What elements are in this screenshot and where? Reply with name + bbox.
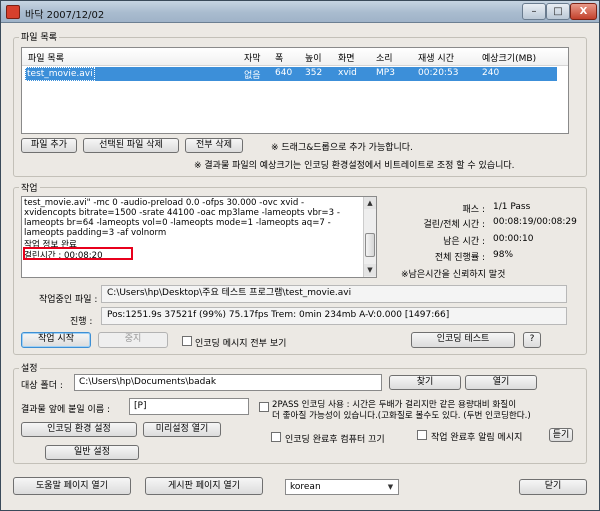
progress-label: 진행 : <box>70 317 93 327</box>
column-header-duration[interactable]: 재생 시간 <box>418 51 454 64</box>
delete-selected-button[interactable]: 선택된 파일 삭제 <box>83 138 179 153</box>
preset-open-button[interactable]: 미리설정 열기 <box>143 422 221 437</box>
cell-video: xvid <box>338 68 357 78</box>
file-list-group-label: 파일 목록 <box>19 30 59 43</box>
cell-subtitle: 없음 <box>244 71 261 81</box>
log-line: test_movie.avi" -mc 0 -audio-preload 0.0… <box>24 198 305 208</box>
elapsed-total-value: 00:08:19/00:08:29 <box>493 217 577 227</box>
column-header-audio[interactable]: 소리 <box>376 51 393 64</box>
board-page-button[interactable]: 게시판 페이지 열기 <box>145 477 263 495</box>
pass-value: 1/1 Pass <box>493 202 531 212</box>
show-all-messages-label: 인코딩 메시지 전부 보기 <box>195 339 287 349</box>
remaining-value: 00:00:10 <box>493 234 534 244</box>
shutdown-after-checkbox[interactable] <box>271 432 281 442</box>
language-select[interactable]: korean ▼ <box>285 479 399 495</box>
cell-duration: 00:20:53 <box>418 68 459 78</box>
twopass-checkbox[interactable] <box>259 402 269 412</box>
scroll-up-icon[interactable]: ▲ <box>364 197 376 209</box>
file-list[interactable]: 파일 목록 자막 폭 높이 화면 소리 재생 시간 예상크기(MB) test_… <box>21 47 569 134</box>
alarm-after-label: 작업 완료후 알림 메시지 <box>431 433 523 443</box>
title-bar[interactable]: 바닥 2007/12/02 – □ X <box>1 1 599 23</box>
progress-field: Pos:1251.9s 37521f (99%) 75.17fps Trem: … <box>101 307 567 325</box>
column-header-height[interactable]: 높이 <box>305 51 322 64</box>
cell-est-size: 240 <box>482 68 500 78</box>
log-line: lameopts padding=3 -af volnorm <box>24 228 167 238</box>
general-settings-button[interactable]: 일반 설정 <box>45 445 139 460</box>
log-line: lameopts br=64 -lameopts vol=0 -lameopts… <box>24 218 331 228</box>
find-folder-button[interactable]: 찾기 <box>389 375 461 390</box>
column-header-file[interactable]: 파일 목록 <box>28 51 64 64</box>
prefix-label: 결과물 앞에 붙일 이름 : <box>21 405 110 415</box>
log-scrollbar[interactable]: ▲ ▼ <box>363 197 376 277</box>
listen-button[interactable]: 듣기 <box>549 428 573 442</box>
main-window: 바닥 2007/12/02 – □ X 파일 목록 파일 목록 자막 폭 높이 … <box>0 0 600 511</box>
log-line: xvidencopts bitrate=1500 -srate 44100 -o… <box>24 208 340 218</box>
size-note: ※ 결과물 파일의 예상크기는 인코딩 환경설정에서 비트레이트로 조정 할 수… <box>194 161 515 171</box>
file-list-row[interactable]: test_movie.avi 없음 640 352 xvid MP3 00:20… <box>25 67 557 81</box>
settings-group-label: 설정 <box>19 361 40 374</box>
file-list-header: 파일 목록 자막 폭 높이 화면 소리 재생 시간 예상크기(MB) <box>22 48 568 66</box>
cell-filename: test_movie.avi <box>25 67 95 81</box>
open-folder-button[interactable]: 열기 <box>465 375 537 390</box>
job-group-label: 작업 <box>19 181 40 194</box>
encode-test-button[interactable]: 인코딩 테스트 <box>411 332 515 348</box>
shutdown-after-label: 인코딩 완료후 컴퓨터 끄기 <box>285 435 385 445</box>
drag-drop-note: ※ 드래그&드롭으로 추가 가능합니다. <box>271 143 413 153</box>
elapsed-total-label: 걸린/전체 시간 : <box>423 220 485 230</box>
encode-settings-button[interactable]: 인코딩 환경 설정 <box>21 422 137 437</box>
pass-label: 패스 : <box>462 205 485 215</box>
column-header-est-size[interactable]: 예상크기(MB) <box>482 51 536 64</box>
remaining-label: 남은 시간 : <box>443 237 485 247</box>
prefix-input[interactable]: [P] <box>129 398 249 415</box>
close-button[interactable]: 닫기 <box>519 479 587 495</box>
start-job-button[interactable]: 작업 시작 <box>21 332 91 348</box>
current-file-label: 작업중인 파일 : <box>39 295 98 305</box>
window-title: 바닥 2007/12/02 <box>25 10 105 21</box>
delete-all-button[interactable]: 전부 삭제 <box>185 138 243 153</box>
app-icon <box>6 5 20 19</box>
target-folder-label: 대상 폴더 : <box>21 381 63 391</box>
twopass-label-line2: 더 좋아질 가능성이 있습니다.(고화질로 볼수도 있다. (두번 인코딩한다.… <box>272 411 531 421</box>
show-all-messages-checkbox[interactable] <box>182 336 192 346</box>
current-file-field: C:\Users\hp\Desktop\주요 테스트 프로그램\test_mov… <box>101 285 567 303</box>
cell-audio: MP3 <box>376 68 395 78</box>
stop-button[interactable]: 중지 <box>98 332 168 348</box>
column-header-subtitle[interactable]: 자막 <box>244 51 261 64</box>
cell-width: 640 <box>275 68 293 78</box>
column-header-width[interactable]: 폭 <box>275 51 283 64</box>
elapsed-highlight-box <box>23 247 133 260</box>
column-header-video[interactable]: 화면 <box>338 51 355 64</box>
add-file-button[interactable]: 파일 추가 <box>21 138 77 153</box>
minimize-button[interactable]: – <box>522 3 546 20</box>
encode-log[interactable]: test_movie.avi" -mc 0 -audio-preload 0.0… <box>21 196 377 278</box>
cell-height: 352 <box>305 68 323 78</box>
progress-percent-label: 전체 진행률 : <box>434 253 485 263</box>
language-select-value: korean <box>290 482 321 492</box>
help-page-button[interactable]: 도움말 페이지 열기 <box>13 477 131 495</box>
progress-percent-value: 98% <box>493 250 514 260</box>
target-folder-input[interactable]: C:\Users\hp\Documents\badak <box>74 374 382 391</box>
alarm-after-checkbox[interactable] <box>417 430 427 440</box>
help-button[interactable]: ? <box>523 332 541 348</box>
chevron-down-icon: ▼ <box>387 483 394 491</box>
scroll-down-icon[interactable]: ▼ <box>364 264 376 276</box>
maximize-button[interactable]: □ <box>546 3 570 20</box>
remaining-trust-note: ※남은시간을 신뢰하지 말것 <box>401 270 506 280</box>
scroll-thumb[interactable] <box>365 233 375 257</box>
close-window-button[interactable]: X <box>570 3 597 20</box>
